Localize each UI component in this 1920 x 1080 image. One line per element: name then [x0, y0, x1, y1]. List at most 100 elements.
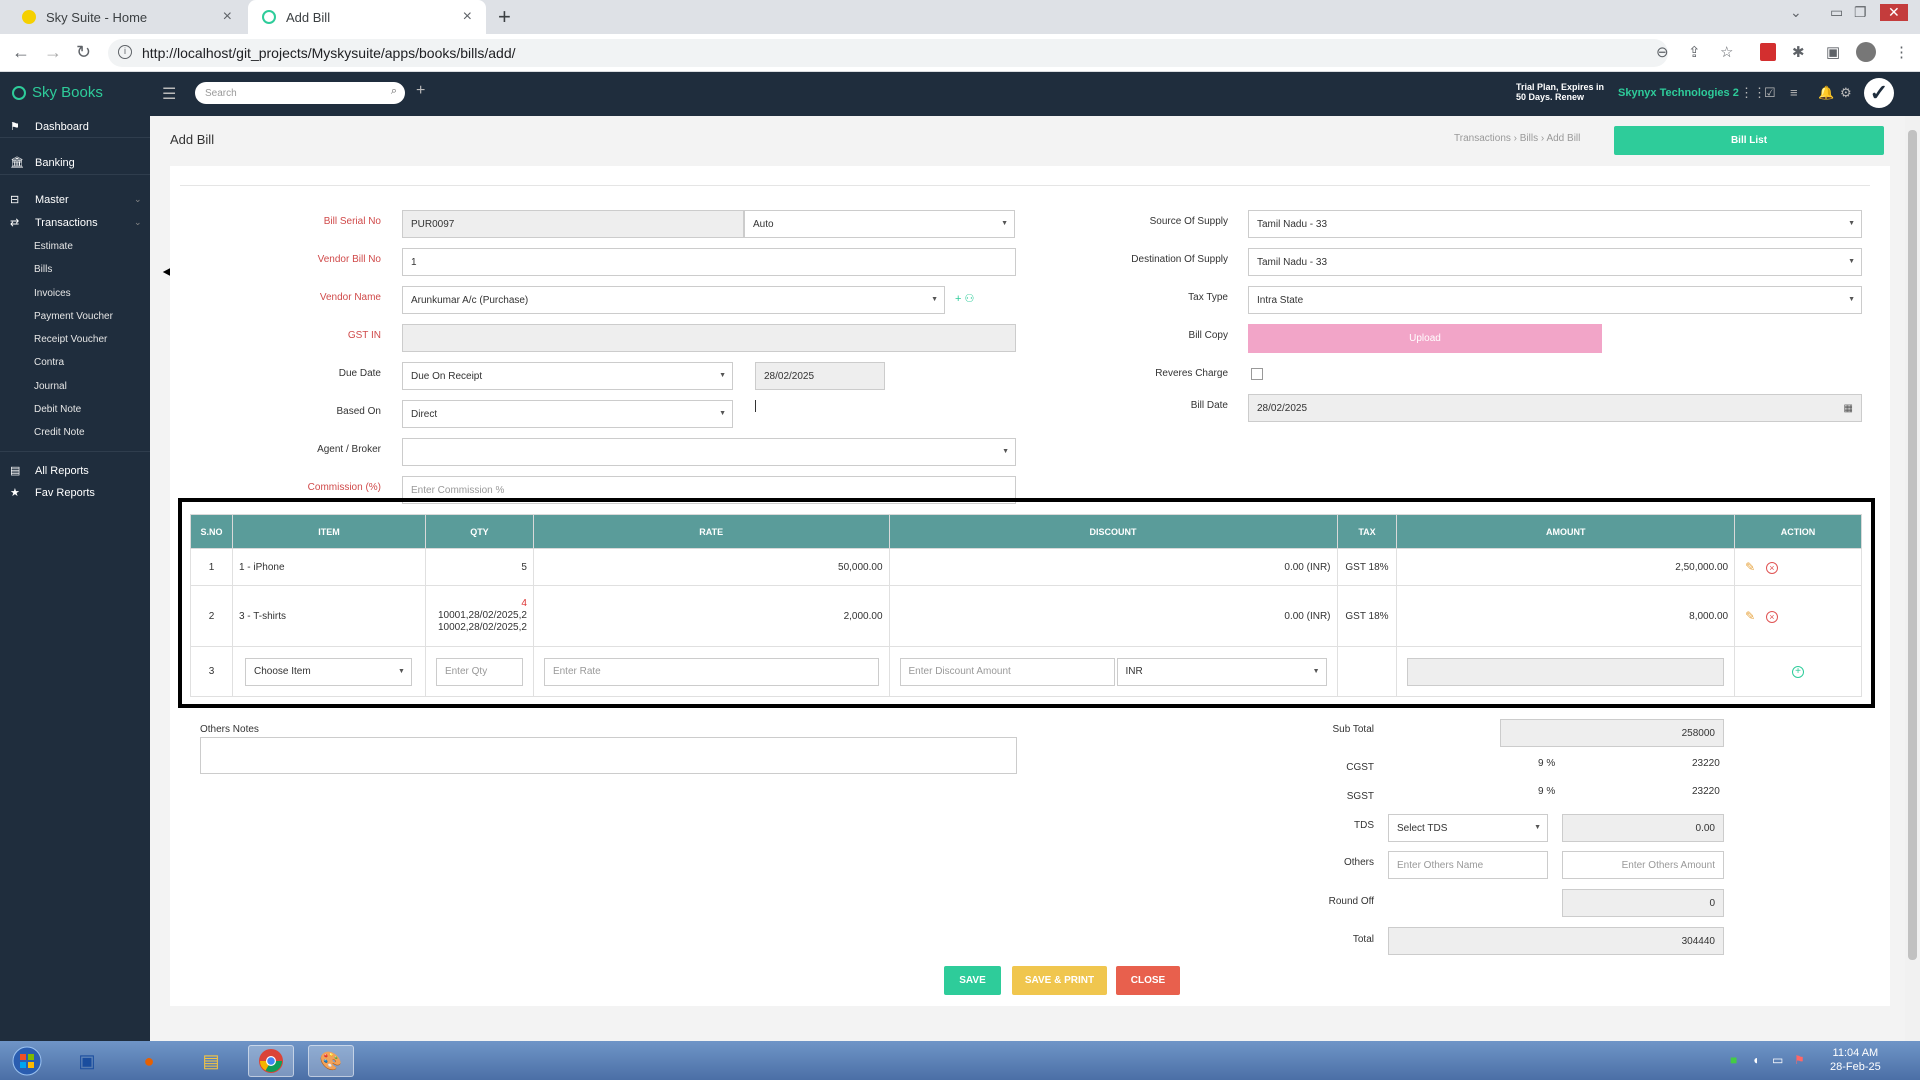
sidebar-item-dashboard[interactable]: ⚑ Dashboard	[10, 120, 89, 134]
notes-textarea[interactable]	[200, 737, 1017, 774]
choose-item-select[interactable]: Choose Item ▼	[244, 657, 412, 686]
bookmark-star-icon[interactable]: ☆	[1720, 43, 1733, 61]
firefox-taskbar-icon[interactable]: ●	[126, 1045, 172, 1077]
reverse-charge-checkbox[interactable]	[1251, 368, 1263, 380]
tray-app-icon[interactable]: ■	[1730, 1053, 1737, 1067]
delete-icon[interactable]: ×	[1765, 562, 1778, 574]
search-icon[interactable]: ⌕	[391, 85, 397, 98]
sgst-value: 23220	[1692, 786, 1720, 797]
sidebar-subitem-debit-note[interactable]: Debit Note	[34, 404, 81, 415]
upload-button[interactable]: Upload	[1248, 324, 1602, 353]
restore-icon[interactable]: ❐	[1854, 4, 1867, 21]
row-tax: GST 18%	[1336, 585, 1398, 647]
sidebar-subitem-estimate[interactable]: Estimate	[34, 241, 73, 252]
minimize-icon[interactable]: ▭	[1830, 4, 1843, 21]
side-panel-icon[interactable]: ▣	[1826, 43, 1840, 61]
window-close-icon[interactable]: ✕	[1880, 4, 1908, 21]
vendor-name-select[interactable]: Arunkumar A/c (Purchase) ▼	[402, 286, 945, 314]
virtualbox-taskbar-icon[interactable]: ▣	[64, 1045, 110, 1077]
trial-plan-notice[interactable]: Trial Plan, Expires in 50 Days. Renew	[1516, 82, 1604, 102]
sidebar-subitem-invoices[interactable]: Invoices	[34, 288, 71, 299]
sidebar-subitem-credit-note[interactable]: Credit Note	[34, 427, 85, 438]
address-bar[interactable]: i http://localhost/git_projects/Myskysui…	[108, 39, 1668, 67]
round-off-field[interactable]: 0	[1562, 889, 1724, 917]
add-vendor-icon[interactable]: + ⚇	[955, 292, 974, 305]
save-print-button[interactable]: SAVE & PRINT	[1012, 966, 1107, 995]
add-row-icon[interactable]: +	[1792, 665, 1805, 678]
bill-list-button[interactable]: Bill List	[1614, 126, 1884, 155]
sidebar-subitem-payment-voucher[interactable]: Payment Voucher	[34, 311, 113, 322]
site-info-icon[interactable]: i	[118, 45, 132, 59]
reload-icon[interactable]: ↻	[76, 42, 91, 63]
sidebar-item-all-reports[interactable]: ▤ All Reports	[10, 464, 89, 478]
company-name[interactable]: Skynyx Technologies 2	[1618, 87, 1739, 99]
tax-type-select[interactable]: Intra State ▼	[1248, 286, 1862, 314]
due-date-term-select[interactable]: Due On Receipt ▼	[402, 362, 733, 390]
menu-toggle-icon[interactable]: ☰	[162, 84, 176, 104]
sidebar-item-fav-reports[interactable]: ★ Fav Reports	[10, 486, 95, 500]
notification-bell-icon[interactable]: 🔔	[1818, 85, 1834, 101]
sidebar-item-banking[interactable]: 🏛 Banking	[10, 156, 75, 170]
notification-flag-icon[interactable]: ⚑	[1794, 1053, 1805, 1067]
vendor-bill-field[interactable]: 1	[402, 248, 1016, 276]
discount-input[interactable]: Enter Discount Amount	[899, 657, 1115, 686]
calendar-icon[interactable]: ▦	[1844, 403, 1853, 414]
settings-gear-icon[interactable]: ⚙	[1840, 85, 1852, 101]
forward-icon[interactable]: →	[44, 42, 62, 63]
start-button-icon[interactable]	[4, 1045, 50, 1077]
sidebar-subitem-bills[interactable]: Bills	[34, 264, 52, 275]
sidebar-item-master[interactable]: ⊟ Master ⌄	[10, 193, 142, 207]
tds-select[interactable]: Select TDS ▼	[1388, 814, 1548, 842]
bill-serial-mode-select[interactable]: Auto ▼	[744, 210, 1015, 238]
extensions-icon[interactable]: ✱	[1792, 43, 1805, 61]
agent-select[interactable]: ▼	[402, 438, 1016, 466]
pdf-extension-icon[interactable]	[1760, 43, 1776, 61]
profile-avatar[interactable]	[1856, 42, 1876, 62]
breadcrumb-transactions[interactable]: Transactions	[1454, 133, 1511, 144]
bill-date-field[interactable]: 28/02/2025 ▦	[1248, 394, 1862, 422]
others-name-input[interactable]: Enter Others Name	[1388, 851, 1548, 879]
zoom-icon[interactable]: ⊖	[1656, 43, 1669, 61]
sidebar-item-transactions[interactable]: ⇄ Transactions ⌄	[10, 216, 142, 230]
browser-tab-add-bill[interactable]: Add Bill ×	[248, 0, 486, 34]
qty-input[interactable]: Enter Qty	[435, 657, 523, 686]
close-tab-icon[interactable]: ×	[223, 8, 232, 26]
apps-grid-icon[interactable]: ⋮⋮	[1740, 85, 1766, 101]
source-supply-select[interactable]: Tamil Nadu - 33 ▼	[1248, 210, 1862, 238]
system-clock[interactable]: 11:04 AM 28-Feb-25	[1830, 1046, 1881, 1074]
back-icon[interactable]: ←	[12, 42, 30, 63]
app-search-input[interactable]: Search ⌕	[195, 82, 405, 104]
edit-icon[interactable]: ✎	[1745, 609, 1755, 623]
rate-input[interactable]: Enter Rate	[543, 657, 879, 686]
chrome-menu-icon[interactable]: ⋮	[1894, 43, 1909, 61]
browser-tab-home[interactable]: Sky Suite - Home ×	[8, 0, 246, 34]
others-amount-input[interactable]: Enter Others Amount	[1562, 851, 1724, 879]
currency-select[interactable]: INR ▼	[1116, 657, 1327, 686]
share-icon[interactable]: ⇪	[1688, 43, 1701, 61]
sidebar-subitem-contra[interactable]: Contra	[34, 357, 64, 368]
paint-taskbar-icon[interactable]: 🎨	[308, 1045, 354, 1077]
volume-icon[interactable]: ◖	[1752, 1053, 1759, 1067]
close-tab-icon[interactable]: ×	[463, 8, 472, 26]
destination-supply-select[interactable]: Tamil Nadu - 33 ▼	[1248, 248, 1862, 276]
new-tab-icon[interactable]: +	[498, 4, 511, 30]
delete-icon[interactable]: ×	[1765, 611, 1778, 623]
sidebar-subitem-journal[interactable]: Journal	[34, 381, 67, 392]
close-button[interactable]: CLOSE	[1116, 966, 1180, 995]
tasks-icon[interactable]: ☑	[1764, 85, 1776, 101]
chrome-taskbar-icon[interactable]	[248, 1045, 294, 1077]
save-button[interactable]: SAVE	[944, 966, 1001, 995]
file-explorer-taskbar-icon[interactable]: ▤	[188, 1045, 234, 1077]
edit-icon[interactable]: ✎	[1745, 560, 1755, 574]
tab-search-icon[interactable]: ⌄	[1790, 4, 1802, 21]
due-date-field[interactable]: 28/02/2025	[755, 362, 885, 390]
sidebar-subitem-receipt-voucher[interactable]: Receipt Voucher	[34, 334, 107, 345]
user-avatar[interactable]: ✓	[1864, 78, 1894, 108]
list-icon[interactable]: ≡	[1790, 85, 1798, 100]
based-on-select[interactable]: Direct ▼	[402, 400, 733, 428]
breadcrumb-bills[interactable]: Bills	[1520, 133, 1538, 144]
quick-add-icon[interactable]: +	[416, 82, 425, 100]
scrollbar-thumb[interactable]	[1908, 130, 1917, 960]
brand[interactable]: Sky Books	[12, 84, 103, 101]
network-icon[interactable]: ▭	[1772, 1053, 1783, 1067]
